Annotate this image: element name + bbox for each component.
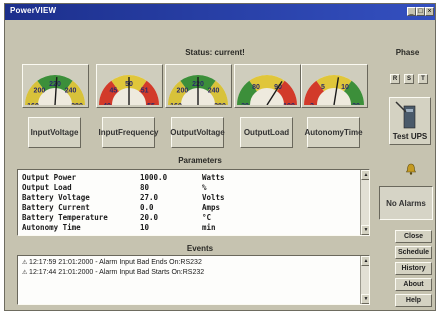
history-button[interactable]: History xyxy=(395,262,432,275)
gauge-button-label: Input xyxy=(98,127,119,137)
test-ups-button[interactable]: Test UPS xyxy=(389,97,431,145)
parameter-name: Battery Current xyxy=(22,203,90,212)
input-frequency-gauge: 4045505155 xyxy=(96,64,163,108)
gauge-tick-label: 220 xyxy=(49,81,61,88)
autonomy-time-button[interactable]: Autonomy Time xyxy=(304,117,363,148)
parameter-unit: °C xyxy=(202,213,212,222)
events-list: ⚠ 12:17:59 21:01:2000 - Alarm Input Bad … xyxy=(17,255,370,305)
title-bar: PowerVIEW _ □ × xyxy=(5,4,435,20)
gauge-tick-label: 10 xyxy=(341,84,349,91)
output-voltage-button[interactable]: Output Voltage xyxy=(170,117,225,148)
gauge-button-label: Voltage xyxy=(196,127,225,137)
test-ups-label: Test UPS xyxy=(392,132,428,141)
gauge-tick-label: 280 xyxy=(71,103,83,105)
events-scrollbar[interactable]: ▲ ▼ xyxy=(360,256,369,304)
alarm-status-text: No Alarms xyxy=(386,199,426,208)
powerview-window: PowerVIEW _ □ × Status: current! 1602002… xyxy=(4,3,436,311)
gauge-tick-label: 160 xyxy=(170,103,182,105)
gauge-button-label: Load xyxy=(270,127,290,137)
gauge-tick-label: 200 xyxy=(34,87,46,94)
output-load-button[interactable]: Output Load xyxy=(240,117,293,148)
input-frequency-button[interactable]: Input Frequency xyxy=(98,117,159,148)
output-voltage-gauge: 160200220240280 xyxy=(165,64,232,108)
gauge-tick-label: 100 xyxy=(283,103,295,105)
close-window-button[interactable]: × xyxy=(425,7,434,16)
phase-title: Phase xyxy=(395,48,420,57)
window-title: PowerVIEW xyxy=(10,6,57,15)
gauge-tick-label: 280 xyxy=(214,103,226,105)
gauge-tick-label: 40 xyxy=(103,103,111,105)
gauge-button-label: Input xyxy=(30,127,51,137)
about-button[interactable]: About xyxy=(395,278,432,291)
gauge-tick-label: 200 xyxy=(177,87,189,94)
gauge-tick-label: 20 xyxy=(352,103,360,105)
parameter-value: 27.0 xyxy=(140,193,159,202)
maximize-button[interactable]: □ xyxy=(416,7,425,16)
parameter-name: Output Load xyxy=(22,183,72,192)
parameters-title: Parameters xyxy=(178,156,222,165)
event-text: 12:17:44 21:01:2000 - Alarm Input Bad St… xyxy=(29,269,205,276)
parameter-unit: Watts xyxy=(202,173,225,182)
parameter-name: Battery Temperature xyxy=(22,213,108,222)
minimize-button[interactable]: _ xyxy=(407,7,416,16)
phase-r-button[interactable]: R xyxy=(390,74,400,84)
parameter-name: Battery Voltage xyxy=(22,193,90,202)
ups-unit-icon xyxy=(395,101,416,129)
parameter-value: 0.0 xyxy=(140,203,154,212)
parameter-unit: % xyxy=(202,183,207,192)
gauge-tick-label: 55 xyxy=(147,103,155,105)
parameter-value: 1000.0 xyxy=(140,173,168,182)
alarm-bell-icon xyxy=(406,163,416,175)
gauge-tick-label: 160 xyxy=(27,103,39,105)
event-row[interactable]: ⚠ 12:17:44 21:01:2000 - Alarm Input Bad … xyxy=(22,269,204,276)
gauge-tick-label: 80 xyxy=(252,84,260,91)
events-title: Events xyxy=(186,244,214,253)
scroll-down-button[interactable]: ▼ xyxy=(361,225,369,235)
input-voltage-gauge: 160 200220 240 280 xyxy=(22,64,89,108)
parameter-unit: min xyxy=(202,223,216,232)
gauge-tick-label: 5 xyxy=(321,84,325,91)
input-voltage-button[interactable]: Input Voltage xyxy=(28,117,81,148)
close-button[interactable]: Close xyxy=(395,230,432,243)
gauge-button-label: Autonomy xyxy=(304,127,345,137)
output-load-gauge: 208090100 xyxy=(234,64,301,108)
gauge-tick-label: 45 xyxy=(110,87,118,94)
gauge-button-label: Frequency xyxy=(118,127,159,137)
status-title: Status: current! xyxy=(185,48,245,57)
event-alarm-icon: ⚠ xyxy=(22,260,30,266)
event-alarm-icon: ⚠ xyxy=(22,270,30,276)
help-button[interactable]: Help xyxy=(395,294,432,307)
gauge-button-label: Time xyxy=(344,127,363,137)
schedule-button[interactable]: Schedule xyxy=(395,246,432,259)
gauge-tick-label: 240 xyxy=(208,87,220,94)
parameter-name: Autonomy Time xyxy=(22,223,81,232)
gauge-tick-label: 20 xyxy=(241,103,249,105)
parameters-list: Output Power 1000.0 Watts Output Load 80% Bat… xyxy=(17,169,370,236)
gauge-button-label: Output xyxy=(243,127,271,137)
parameter-name: Output Power xyxy=(22,173,77,182)
gauge-tick-label: 51 xyxy=(141,87,149,94)
phase-s-button[interactable]: S xyxy=(404,74,414,84)
event-row[interactable]: ⚠ 12:17:59 21:01:2000 - Alarm Input Bad … xyxy=(22,259,202,266)
parameter-value: 80 xyxy=(140,183,150,192)
gauge-tick-label: 240 xyxy=(65,87,77,94)
event-text: 12:17:59 21:01:2000 - Alarm Input Bad En… xyxy=(29,259,202,266)
alarm-status-panel: No Alarms xyxy=(379,186,433,220)
gauge-button-label: Output xyxy=(170,127,197,137)
scroll-up-button[interactable]: ▲ xyxy=(361,170,369,180)
phase-t-button[interactable]: T xyxy=(418,74,428,84)
events-scroll-down-button[interactable]: ▼ xyxy=(361,294,369,304)
parameter-unit: Volts xyxy=(202,193,225,202)
autonomy-time-gauge: 2 5 10 20 xyxy=(301,64,368,108)
parameter-unit: Amps xyxy=(202,203,221,212)
parameters-scrollbar[interactable]: ▲ ▼ xyxy=(360,170,369,235)
events-scroll-up-button[interactable]: ▲ xyxy=(361,256,369,266)
parameter-value: 20.0 xyxy=(140,213,159,222)
gauge-tick-label: 2 xyxy=(310,103,314,105)
gauge-button-label: Voltage xyxy=(50,127,79,137)
parameter-value: 10 xyxy=(140,223,150,232)
